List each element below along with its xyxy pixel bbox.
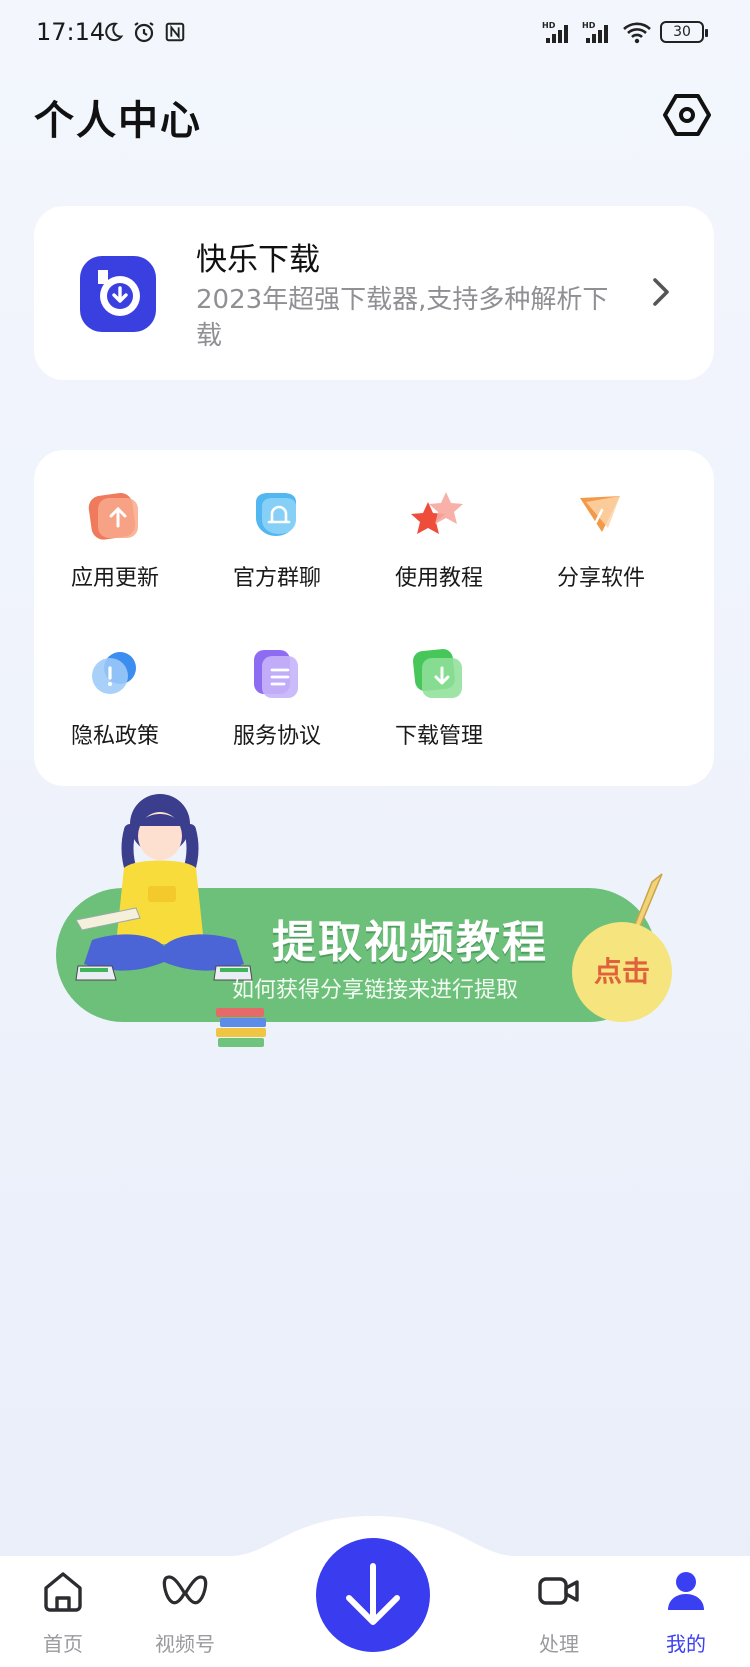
menu-item-label: 隐私政策 [70, 724, 159, 749]
privacy-icon [92, 652, 136, 694]
download-manage-icon [413, 649, 462, 698]
menu-item-label: 应用更新 [70, 566, 159, 591]
svg-text:HD: HD [542, 21, 556, 30]
chevron-right-icon [646, 272, 676, 312]
upload-icon [88, 492, 138, 540]
menu-item-official-group[interactable]: 官方群聊 [196, 488, 358, 608]
menu-item-tutorial[interactable]: 使用教程 [358, 488, 520, 608]
banner-title: 提取视频教程 [272, 917, 548, 968]
app-description: 2023年超强下载器,支持多种解析下载 [196, 285, 609, 351]
battery-icon: 30 [660, 21, 708, 43]
function-menu-card: 应用更新 官方群聊 使用教程 分享软件 隐私政策 服务协议 下载管理 [34, 450, 714, 786]
banner-click-button[interactable]: 点击 [572, 922, 672, 1022]
app-name: 快乐下载 [196, 242, 320, 278]
download-center-button[interactable] [316, 1538, 430, 1652]
menu-item-privacy-policy[interactable]: 隐私政策 [34, 646, 196, 766]
menu-item-label: 服务协议 [232, 724, 321, 749]
home-icon [44, 1572, 82, 1612]
status-bar: 17:14 HD HD 30 [0, 0, 750, 70]
status-icons-left [102, 20, 186, 44]
video-channel-icon [162, 1575, 208, 1605]
menu-item-app-update[interactable]: 应用更新 [34, 488, 196, 608]
nav-label-home: 首页 [43, 1632, 83, 1656]
chat-bell-icon [256, 493, 296, 536]
app-info-card[interactable]: 快乐下载 2023年超强下载器,支持多种解析下载 [34, 206, 714, 380]
menu-item-label: 分享软件 [556, 566, 645, 591]
banner-subtitle: 如何获得分享链接来进行提取 [232, 978, 519, 1003]
status-icons-right: HD HD 30 [542, 20, 708, 44]
nav-item-video-channel[interactable]: 视频号 [140, 1568, 230, 1658]
moon-icon [105, 22, 124, 42]
download-arrow-icon [346, 1563, 400, 1625]
page-title: 个人中心 [34, 98, 202, 144]
user-icon [668, 1572, 704, 1610]
menu-item-label: 官方群聊 [232, 566, 321, 591]
hd-signal-icon: HD [582, 21, 608, 43]
hd-signal-icon: HD [542, 21, 568, 43]
share-icon [580, 496, 620, 532]
settings-hex-icon [663, 94, 711, 136]
menu-item-download-manage[interactable]: 下载管理 [358, 646, 520, 766]
books-icon [216, 1008, 266, 1047]
tutorial-banner[interactable]: 提取视频教程 如何获得分享链接来进行提取 点击 [56, 794, 696, 1060]
settings-button[interactable] [662, 90, 712, 140]
nav-label-mine: 我的 [666, 1632, 706, 1656]
star-icon [411, 492, 463, 534]
menu-item-service-agreement[interactable]: 服务协议 [196, 646, 358, 766]
alarm-icon [134, 22, 154, 43]
status-time: 17:14 [36, 18, 106, 46]
battery-level: 30 [673, 24, 691, 40]
wifi-icon [623, 22, 651, 44]
menu-item-label: 使用教程 [394, 566, 483, 591]
menu-item-label: 下载管理 [394, 724, 483, 749]
nav-item-mine[interactable]: 我的 [641, 1568, 731, 1658]
nav-item-process[interactable]: 处理 [514, 1568, 604, 1658]
nav-label-video-channel: 视频号 [155, 1632, 215, 1656]
svg-text:HD: HD [582, 21, 596, 30]
banner-click-label: 点击 [593, 955, 650, 988]
nav-item-home[interactable]: 首页 [18, 1568, 108, 1658]
nav-label-process: 处理 [539, 1632, 579, 1656]
video-camera-icon [538, 1577, 579, 1605]
document-icon [254, 650, 298, 698]
nfc-icon [165, 22, 185, 42]
menu-item-share-app[interactable]: 分享软件 [520, 488, 682, 608]
download-logo-icon [80, 256, 156, 332]
